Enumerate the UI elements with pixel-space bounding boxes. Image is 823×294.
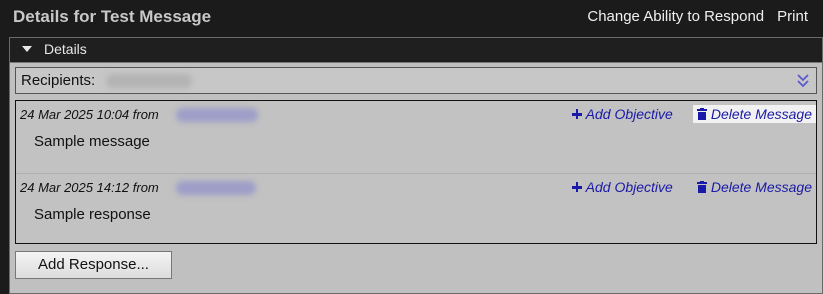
plus-icon (571, 109, 582, 119)
trash-icon (696, 181, 707, 193)
message-list: 24 Mar 2025 10:04 from Add Objective Del… (15, 100, 817, 244)
add-response-button[interactable]: Add Response... (15, 251, 172, 279)
add-objective-button[interactable]: Add Objective (568, 105, 677, 123)
message-actions: Add Objective Delete Message (568, 104, 816, 124)
header-actions: Change Ability to Respond Print (587, 8, 808, 25)
message-meta: 24 Mar 2025 14:12 from (20, 180, 159, 195)
details-panel: Details Recipients: 24 Mar 2025 10:04 fr… (9, 37, 823, 294)
redacted-sender (176, 181, 256, 195)
plus-icon (571, 182, 582, 192)
details-panel-title: Details (44, 41, 87, 57)
delete-message-label: Delete Message (710, 106, 812, 122)
message-actions: Add Objective Delete Message (568, 177, 816, 197)
message-body: Sample response (34, 206, 151, 223)
trash-icon (696, 108, 707, 120)
add-objective-label: Add Objective (585, 179, 673, 195)
details-panel-header[interactable]: Details (10, 38, 822, 63)
message-body: Sample message (34, 133, 150, 150)
change-ability-link[interactable]: Change Ability to Respond (587, 8, 764, 25)
message-item: 24 Mar 2025 14:12 from Add Objective Del… (16, 173, 816, 246)
message-item: 24 Mar 2025 10:04 from Add Objective Del… (16, 101, 816, 173)
double-chevron-down-icon[interactable] (796, 72, 810, 90)
delete-message-button[interactable]: Delete Message (693, 178, 816, 196)
message-meta: 24 Mar 2025 10:04 from (20, 107, 159, 122)
page-title: Details for Test Message (13, 7, 212, 26)
add-objective-button[interactable]: Add Objective (568, 178, 677, 196)
print-link[interactable]: Print (777, 8, 808, 25)
redacted-recipient (106, 74, 192, 88)
add-objective-label: Add Objective (585, 106, 673, 122)
redacted-sender (176, 108, 258, 122)
delete-message-button[interactable]: Delete Message (692, 105, 816, 123)
caret-down-icon[interactable] (22, 46, 32, 52)
recipients-label: Recipients: (21, 72, 96, 89)
recipients-bar: Recipients: (15, 67, 817, 94)
page-header: Details for Test Message Change Ability … (0, 0, 823, 36)
delete-message-label: Delete Message (710, 179, 812, 195)
